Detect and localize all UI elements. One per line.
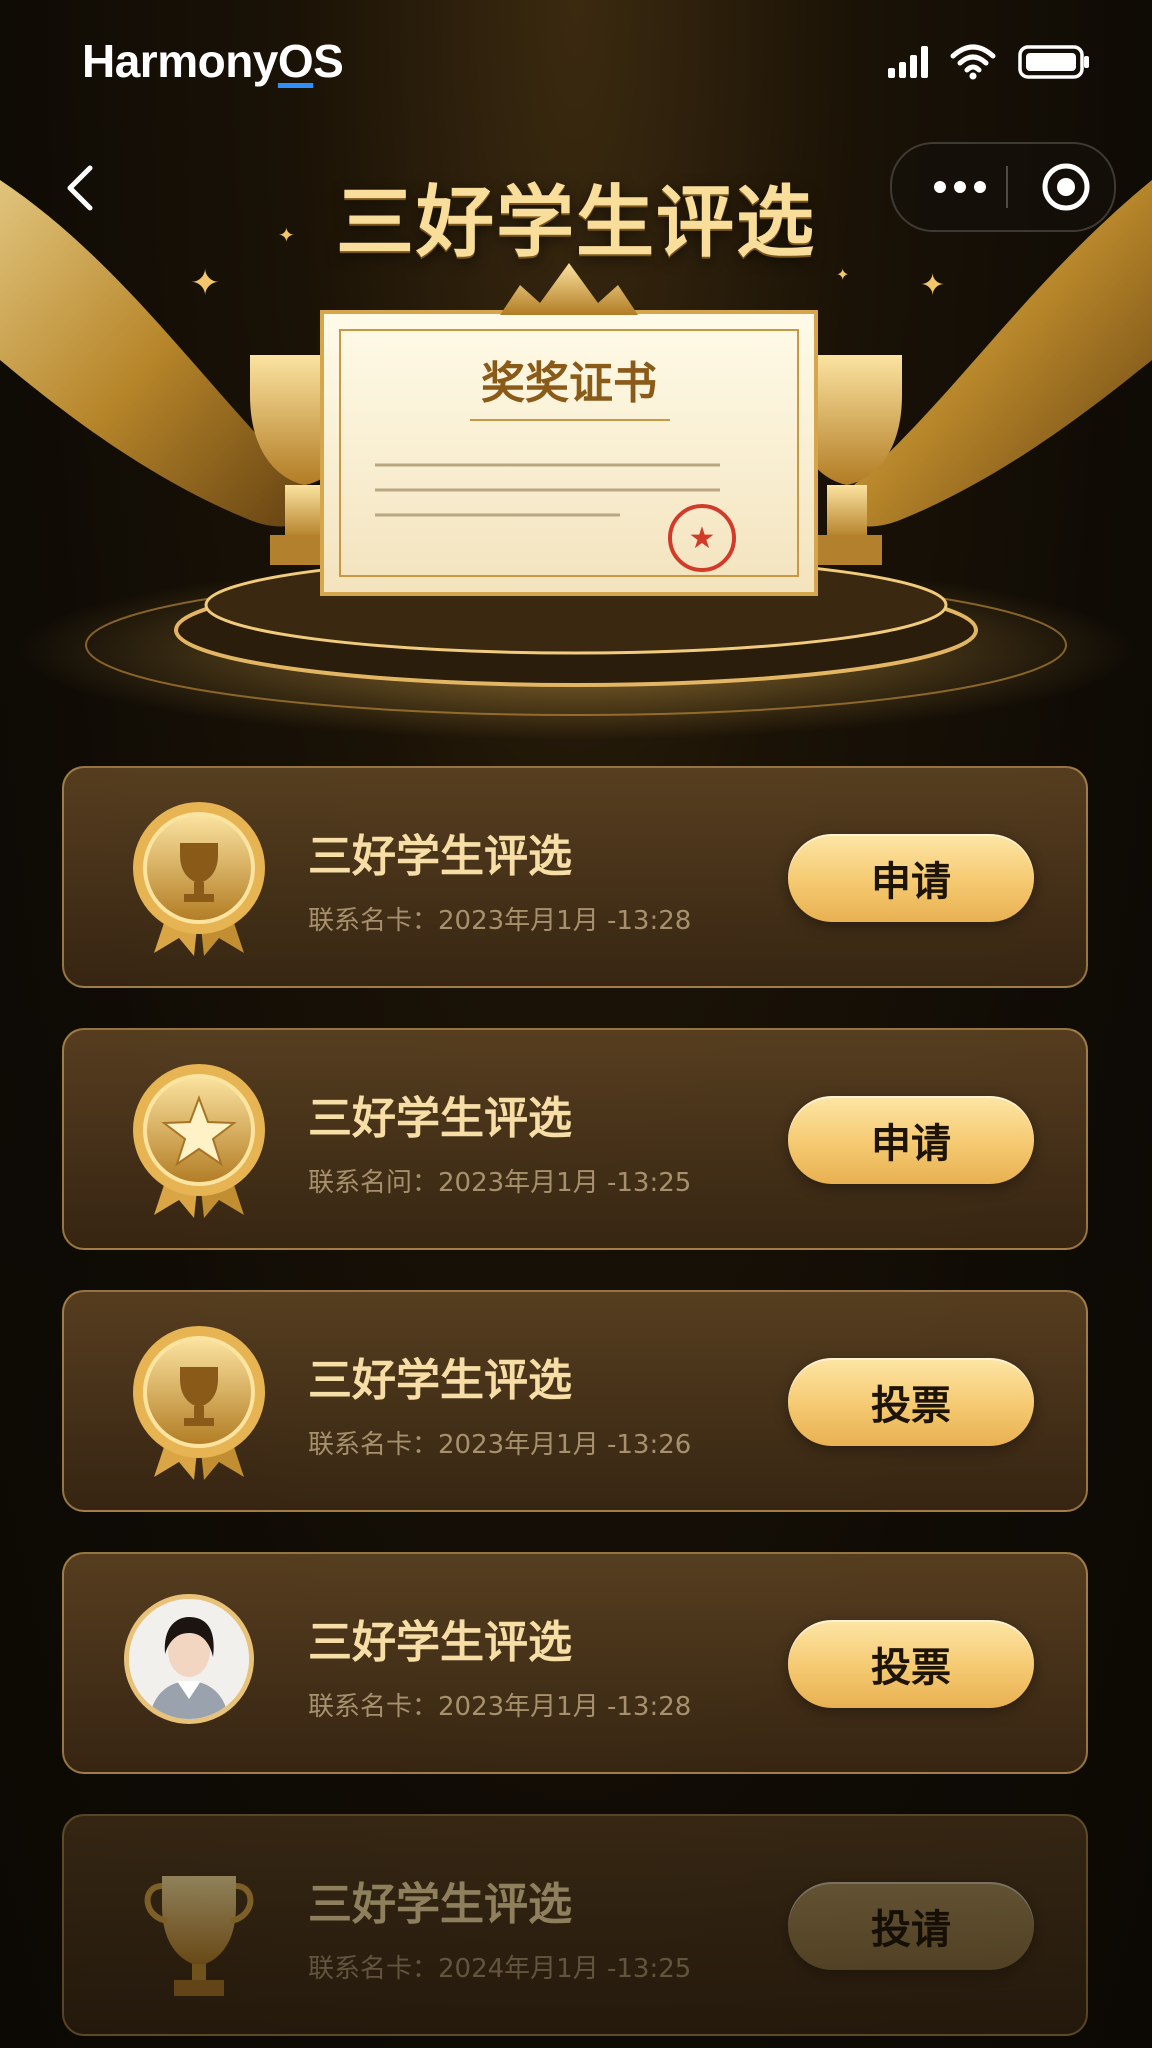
- card-subtitle: 联系名卡：2024年月1月 -13:25: [308, 1954, 692, 1984]
- card-subtitle: 联系名问：2023年月1月 -13:25: [308, 1168, 692, 1198]
- certificate: 奖奖证书 ★: [320, 263, 818, 596]
- card-title: 三好学生评选: [308, 1879, 572, 1930]
- target-circle-icon: [1042, 163, 1090, 211]
- svg-text:✦: ✦: [920, 268, 945, 303]
- card-subtitle: 联系名卡：2023年月1月 -13:26: [308, 1430, 692, 1460]
- list-item: 三好学生评选 联系名卡：2023年月1月 -13:28 投票: [62, 1552, 1088, 1774]
- certificate-title: 奖奖证书: [481, 358, 657, 409]
- list-item: 三好学生评选 联系名卡：2023年月1月 -13:28 申请: [62, 766, 1088, 988]
- avatar: [124, 1594, 254, 1724]
- status-bar: HarmonyOS: [0, 0, 1152, 120]
- capsule-divider: [1006, 166, 1008, 208]
- wifi-icon: [950, 44, 996, 80]
- trophy-medal-icon: [124, 1322, 274, 1482]
- more-dots-icon: [934, 181, 986, 193]
- list-item: 三好学生评选 联系名问：2023年月1月 -13:25 申请: [62, 1028, 1088, 1250]
- card-subtitle: 联系名卡：2023年月1月 -13:28: [308, 906, 692, 936]
- trophy-icon: [124, 1846, 274, 2006]
- apply-button[interactable]: 申请: [788, 1096, 1034, 1184]
- battery-icon: [1018, 45, 1089, 79]
- card-title: 三好学生评选: [308, 1093, 572, 1144]
- vote-button[interactable]: 投票: [788, 1358, 1034, 1446]
- list-item: 三好学生评选 联系名卡：2023年月1月 -13:26 投票: [62, 1290, 1088, 1512]
- os-name: HarmonyOS: [82, 35, 344, 87]
- star-medal-icon: [124, 1060, 274, 1220]
- card-title: 三好学生评选: [308, 1355, 572, 1406]
- card-title: 三好学生评选: [308, 1617, 572, 1668]
- svg-text:★: ★: [689, 521, 716, 556]
- list-item: 三好学生评选 联系名卡：2024年月1月 -13:25 投请: [62, 1814, 1088, 2036]
- nav-bar: 三好学生评选: [0, 140, 1152, 268]
- apply-button[interactable]: 申请: [788, 834, 1034, 922]
- mini-program-capsule: [890, 142, 1116, 232]
- status-icons: [888, 44, 1090, 80]
- close-button[interactable]: [1024, 144, 1108, 230]
- card-subtitle: 联系名卡：2023年月1月 -13:28: [308, 1692, 692, 1722]
- vote-button[interactable]: 投票: [788, 1620, 1034, 1708]
- vote-button[interactable]: 投请: [788, 1882, 1034, 1970]
- more-button[interactable]: [918, 144, 1002, 230]
- trophy-medal-icon: [124, 798, 274, 958]
- signal-icon: [888, 46, 928, 78]
- card-title: 三好学生评选: [308, 831, 572, 882]
